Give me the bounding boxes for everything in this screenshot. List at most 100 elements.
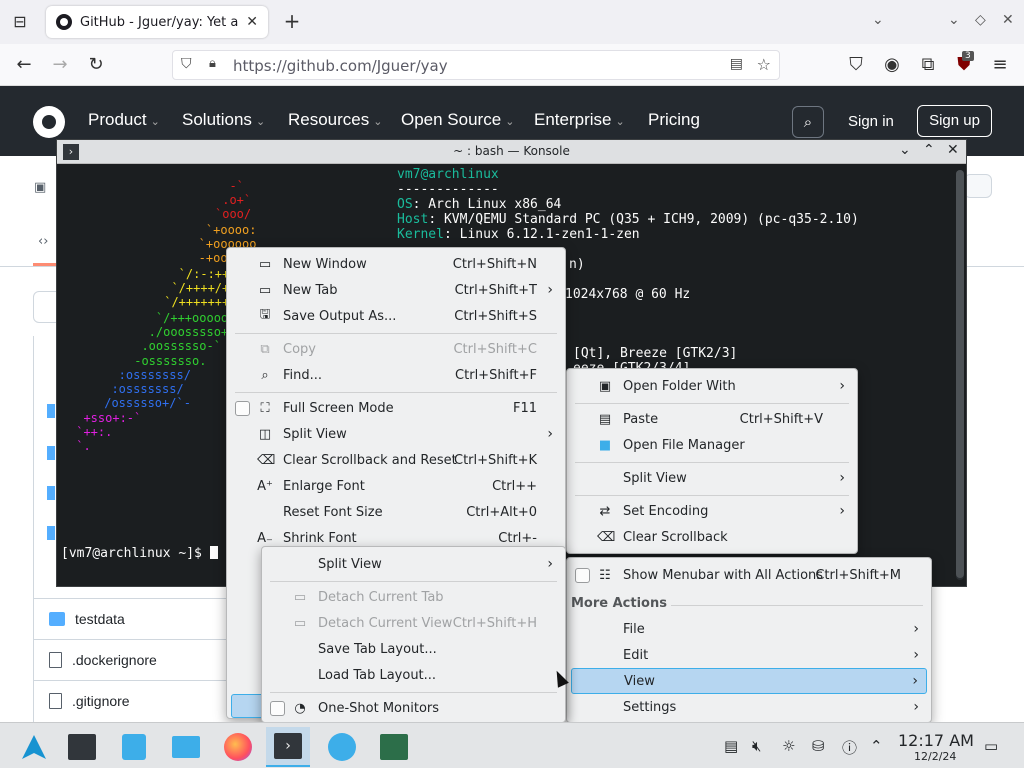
checkbox[interactable] xyxy=(235,400,250,416)
nav-product[interactable]: Product ⌄ xyxy=(88,110,160,130)
chevron-up-icon[interactable]: ⌃ xyxy=(870,737,883,755)
system-settings-icon[interactable] xyxy=(60,727,104,767)
nav-pricing[interactable]: Pricing xyxy=(648,110,700,130)
sign-up-button[interactable]: Sign up xyxy=(917,105,992,137)
minimize-icon[interactable]: ⌄ xyxy=(899,142,911,158)
konsole-taskbar-icon[interactable]: › xyxy=(266,727,310,767)
extensions-icon[interactable]: ⧉ xyxy=(916,53,940,77)
konsole-titlebar[interactable]: › ~ : bash — Konsole ⌄ ⌃ ✕ xyxy=(57,140,966,164)
menu-item-detach-view[interactable]: ▭ Detach Current View Ctrl+Shift+H xyxy=(266,610,561,636)
lock-icon[interactable]: 🔒︎ xyxy=(209,56,216,71)
chevron-down-icon[interactable]: ⌄ xyxy=(872,12,884,28)
network-app-icon[interactable] xyxy=(320,727,364,767)
menu-label: Settings xyxy=(623,699,677,715)
minimize-icon[interactable]: ⌄ xyxy=(948,12,960,28)
hamburger-menu-icon[interactable]: ≡ xyxy=(988,53,1012,77)
menu-item-split-view[interactable]: Split View › xyxy=(571,465,853,491)
menu-item-find[interactable]: ⌕ Find... Ctrl+Shift+F xyxy=(231,362,561,388)
reload-icon[interactable]: ↻ xyxy=(84,53,108,77)
firefox-icon[interactable] xyxy=(216,727,260,767)
clipboard-icon[interactable]: ▤ xyxy=(724,737,738,755)
github-logo-icon[interactable] xyxy=(33,106,65,138)
nav-enterprise[interactable]: Enterprise ⌄ xyxy=(534,110,625,130)
pocket-icon[interactable]: ⛉ xyxy=(844,53,868,77)
new-tab-plus-icon[interactable]: + xyxy=(280,10,304,34)
discover-icon[interactable] xyxy=(112,727,156,767)
file-name[interactable]: .gitignore xyxy=(72,693,130,709)
show-desktop-icon[interactable]: ▭ xyxy=(984,737,998,755)
menu-item-show-menubar[interactable]: ☷ Show Menubar with All Actions Ctrl+Shi… xyxy=(571,562,927,588)
sign-in-link[interactable]: Sign in xyxy=(848,113,894,130)
search-icon[interactable]: ⌕ xyxy=(792,106,824,138)
brightness-icon[interactable]: ☼ xyxy=(782,737,795,755)
menu-item-edit[interactable]: Edit › xyxy=(571,642,927,668)
storage-icon[interactable]: ⛁ xyxy=(812,737,825,755)
menu-item-new-window[interactable]: ▭ New Window Ctrl+Shift+N xyxy=(231,251,561,277)
nav-solutions[interactable]: Solutions ⌄ xyxy=(182,110,265,130)
close-icon[interactable]: ✕ xyxy=(947,142,959,158)
nav-resources[interactable]: Resources ⌄ xyxy=(288,110,382,130)
menu-item-view[interactable]: View › xyxy=(571,668,927,694)
file-name[interactable]: .dockerignore xyxy=(72,652,157,668)
shell-prompt[interactable]: [vm7@archlinux ~]$ xyxy=(61,546,218,561)
help-icon[interactable]: ⓘ xyxy=(842,737,857,758)
menu-item-split-view[interactable]: Split View › xyxy=(266,551,561,577)
shield-icon[interactable]: ⛉ xyxy=(181,56,192,72)
list-item[interactable]: .gitignore xyxy=(33,680,233,720)
tab-list-icon[interactable]: ⊟ xyxy=(8,10,32,34)
clock-time[interactable]: 12:17 AM xyxy=(898,731,974,750)
monitor-icon: ◔ xyxy=(294,700,306,716)
maximize-icon[interactable]: ⌃ xyxy=(923,142,935,158)
window-close-icon[interactable]: ✕ xyxy=(1002,12,1014,28)
repo-action-button[interactable] xyxy=(964,174,992,198)
separator xyxy=(270,692,557,693)
browser-nav-bar: ← → ↻ ⛉ 🔒︎ https://github.com/Jguer/yay … xyxy=(0,44,1024,86)
menu-label: Save Output As... xyxy=(283,308,397,324)
bookmark-star-icon[interactable]: ☆ xyxy=(757,55,771,74)
menu-item-open-file-manager[interactable]: ■ Open File Manager xyxy=(571,432,853,458)
clock-date[interactable]: 12/2/24 xyxy=(914,750,956,763)
checkbox[interactable] xyxy=(575,567,590,583)
menu-item-full-screen[interactable]: ⛶ Full Screen Mode F11 xyxy=(231,395,561,421)
close-tab-icon[interactable]: ✕ xyxy=(246,14,258,30)
system-monitor-icon[interactable] xyxy=(372,727,416,767)
menu-item-reset-font-size[interactable]: Reset Font Size Ctrl+Alt+0 xyxy=(231,499,561,525)
volume-muted-icon[interactable]: 🔇︎ xyxy=(752,737,761,755)
menu-item-enlarge-font[interactable]: A⁺ Enlarge Font Ctrl++ xyxy=(231,473,561,499)
menu-item-open-folder-with[interactable]: ▣ Open Folder With › xyxy=(571,373,853,399)
menu-item-file[interactable]: File › xyxy=(571,616,927,642)
menu-item-paste[interactable]: ▤ Paste Ctrl+Shift+V xyxy=(571,406,853,432)
menu-item-settings[interactable]: Settings › xyxy=(571,694,927,720)
menu-item-detach-tab[interactable]: ▭ Detach Current Tab xyxy=(266,584,561,610)
account-icon[interactable]: ◉ xyxy=(880,53,904,77)
nav-open-source[interactable]: Open Source ⌄ xyxy=(401,110,514,130)
menu-item-copy[interactable]: ⧉ Copy Ctrl+Shift+C xyxy=(231,336,561,362)
menu-item-split-view[interactable]: ◫ Split View › xyxy=(231,421,561,447)
back-icon[interactable]: ← xyxy=(12,53,36,77)
menu-label: Set Encoding xyxy=(623,503,709,519)
menu-item-set-encoding[interactable]: ⇄ Set Encoding › xyxy=(571,498,853,524)
file-name[interactable]: testdata xyxy=(75,611,125,627)
menu-item-one-shot-monitors[interactable]: ◔ One-Shot Monitors xyxy=(266,695,561,721)
menu-item-save-tab-layout[interactable]: Save Tab Layout... xyxy=(266,636,561,662)
reader-view-icon[interactable]: ▤ xyxy=(730,56,743,72)
highlighted-item-stub[interactable] xyxy=(231,694,265,718)
url-text[interactable]: https://github.com/Jguer/yay xyxy=(233,57,448,75)
dolphin-file-manager-icon[interactable] xyxy=(164,727,208,767)
terminal-scrollbar[interactable] xyxy=(956,170,964,580)
menu-item-clear-scrollback-reset[interactable]: ⌫ Clear Scrollback and Reset Ctrl+Shift+… xyxy=(231,447,561,473)
menu-item-clear-scrollback[interactable]: ⌫ Clear Scrollback xyxy=(571,524,853,550)
url-bar[interactable]: ⛉ 🔒︎ https://github.com/Jguer/yay ▤ ☆ xyxy=(172,50,780,80)
list-item[interactable]: testdata xyxy=(33,598,233,638)
checkbox[interactable] xyxy=(270,700,285,716)
arch-launcher-icon[interactable] xyxy=(12,727,56,767)
forward-icon[interactable]: → xyxy=(48,53,72,77)
scrollbar-thumb[interactable] xyxy=(956,170,964,578)
browser-tab[interactable]: GitHub - Jguer/yay: Yet an ✕ xyxy=(46,6,268,38)
list-item[interactable]: .dockerignore xyxy=(33,639,233,679)
menu-item-save-output[interactable]: 🖫︎ Save Output As... Ctrl+Shift+S xyxy=(231,303,561,329)
restore-icon[interactable]: ◇ xyxy=(975,12,986,28)
menu-item-load-tab-layout[interactable]: Load Tab Layout... xyxy=(266,662,561,688)
menu-item-new-tab[interactable]: ▭ New Tab Ctrl+Shift+T › xyxy=(231,277,561,303)
os-value: : Arch Linux x86_64 xyxy=(412,197,562,212)
